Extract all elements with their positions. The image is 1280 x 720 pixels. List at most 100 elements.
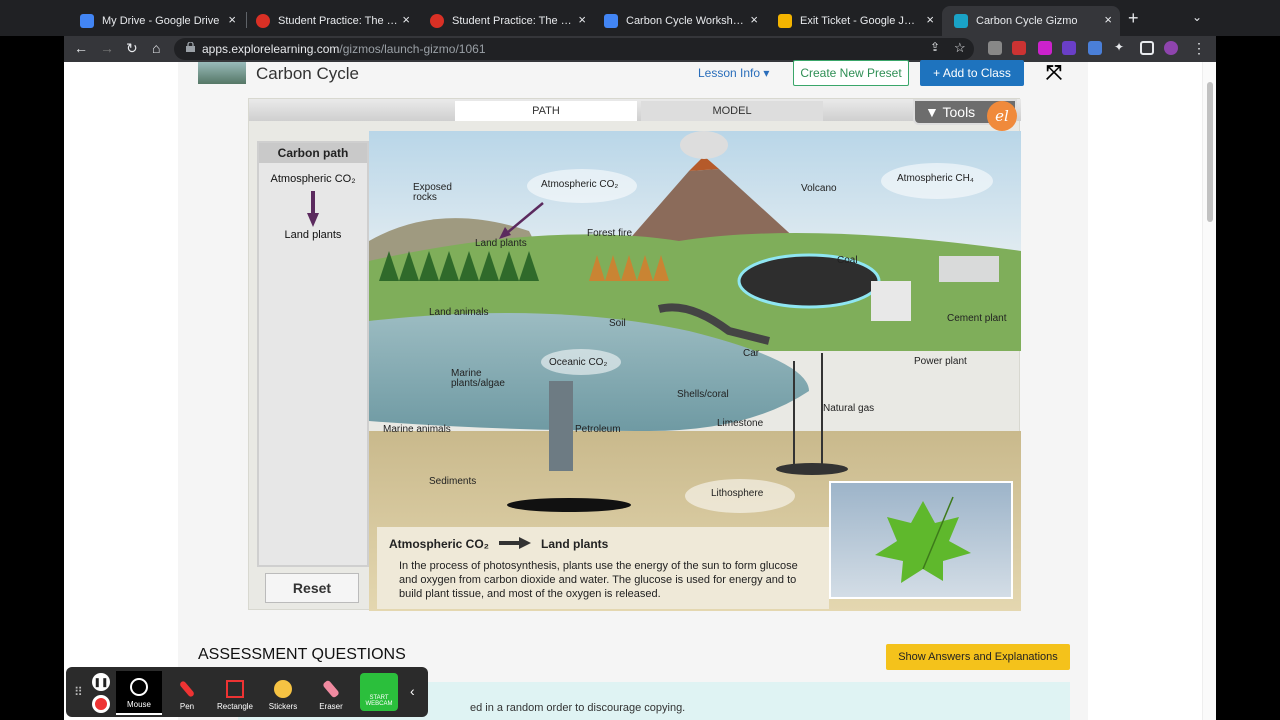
tab-carbon-cycle-gizmo[interactable]: Carbon Cycle Gizmo × [942,6,1120,36]
reload-icon[interactable]: ↻ [126,40,138,57]
tab-carbon-worksheet[interactable]: Carbon Cycle Worksheet D × [592,6,766,36]
label-atmospheric-co2[interactable]: Atmospheric CO₂ [541,179,618,190]
label-marine-animals[interactable]: Marine animals [383,424,451,435]
label-power-plant[interactable]: Power plant [914,356,967,367]
back-arrow-icon[interactable]: ← [74,40,88,56]
volcano-smoke [680,131,728,159]
stop-recording-button[interactable] [92,695,110,713]
mouse-tool[interactable]: Mouse [116,671,162,715]
tab-title: My Drive - Google Drive [102,15,220,27]
collapse-toolbar-icon[interactable]: ‹ [410,683,415,699]
extension-icon[interactable] [988,41,1002,55]
puzzle-icon[interactable]: ✦ [1114,40,1124,54]
translate-icon[interactable] [1088,41,1102,55]
tab-title: Carbon Cycle Gizmo [976,15,1078,27]
close-icon[interactable]: × [750,12,758,27]
right-arrow-icon [499,537,531,549]
carbon-path-from: Atmospheric CO₂ [270,173,356,185]
right-letterbox [1216,0,1280,720]
label-soil[interactable]: Soil [609,318,626,329]
scrollbar-thumb[interactable] [1207,82,1213,222]
gizmo-thumbnail [198,62,246,84]
tab-path[interactable]: PATH [455,101,637,121]
close-icon[interactable]: × [578,12,586,27]
label-volcano[interactable]: Volcano [801,183,837,194]
explorelearning-logo: el [987,101,1017,131]
label-sediments[interactable]: Sediments [429,476,476,487]
label-marine-plants[interactable]: Marine plants/algae [451,369,515,389]
address-bar[interactable]: apps.explorelearning.com/gizmos/launch-g… [174,38,974,60]
label-lithosphere[interactable]: Lithosphere [711,488,763,499]
tool-label: Mouse [126,700,151,709]
label-land-animals[interactable]: Land animals [429,307,488,318]
forward-arrow-icon[interactable]: → [100,40,114,56]
screencastify-icon[interactable] [1012,41,1026,55]
eraser-icon [322,679,340,699]
tab-student-practice-1[interactable]: Student Practice: The Carbon × [244,6,418,36]
tab-search-chevron-icon[interactable]: ⌄ [1192,10,1202,24]
browser-tab-strip: My Drive - Google Drive × Student Practi… [0,0,1280,36]
carbon-path-panel: Carbon path Atmospheric CO₂ Land plants [257,141,369,567]
menu-kebab-icon[interactable]: ⋮ [1192,40,1206,57]
tab-student-practice-2[interactable]: Student Practice: The Carbon × [418,6,594,36]
label-petroleum[interactable]: Petroleum [575,424,621,435]
tab-my-drive[interactable]: My Drive - Google Drive × [68,6,244,36]
stickers-tool[interactable]: Stickers [260,671,306,715]
label-forest-fire[interactable]: Forest fire [587,228,632,239]
label-natural-gas[interactable]: Natural gas [823,403,874,414]
eraser-tool[interactable]: Eraser [308,671,354,715]
tab-exit-ticket[interactable]: Exit Ticket - Google Jamboard × [766,6,942,36]
label-atmospheric-ch4[interactable]: Atmospheric CH₄ [897,173,974,184]
label-land-plants[interactable]: Land plants [475,238,527,249]
scrollbar[interactable] [1202,62,1216,720]
start-webcam-button[interactable]: START WEBCAM [360,673,398,711]
home-icon[interactable]: ⌂ [152,40,160,56]
avatar[interactable] [1164,41,1178,55]
reset-button[interactable]: Reset [265,573,359,603]
cement-plant [939,256,999,282]
tab-model[interactable]: MODEL [641,101,823,121]
new-tab-button[interactable]: + [1128,8,1139,29]
annotation-toolbar: ⠿ ❚❚ Mouse Pen Rectangle Stickers Eraser… [66,667,428,717]
add-to-class-button[interactable]: + Add to Class [920,60,1024,86]
url-host: apps.explorelearning.com [202,42,340,56]
left-letterbox [0,0,64,720]
google-drive-icon [604,14,618,28]
label-cement-plant[interactable]: Cement plant [947,313,1006,324]
gizmo-site-icon [256,14,270,28]
create-preset-button[interactable]: Create New Preset [793,60,909,86]
notice-text: ed in a random order to discourage copyi… [470,702,686,714]
kami-icon[interactable] [1062,41,1076,55]
carbon-path-heading: Carbon path [259,143,367,163]
info-description: In the process of photosynthesis, plants… [399,560,798,600]
show-answers-button[interactable]: Show Answers and Explanations [886,644,1070,670]
lesson-info-link[interactable]: Lesson Info ▾ [698,66,769,80]
label-shells-coral[interactable]: Shells/coral [677,389,729,400]
fullscreen-expand-icon[interactable]: ⤧ [1046,62,1062,85]
label-car[interactable]: Car [743,348,759,359]
close-icon[interactable]: × [1104,12,1112,27]
drag-handle-icon[interactable]: ⠿ [74,685,83,699]
pause-button[interactable]: ❚❚ [92,673,110,691]
info-to: Land plants [541,537,609,551]
label-limestone[interactable]: Limestone [717,418,763,429]
lock-icon [186,42,195,52]
label-oceanic-co2[interactable]: Oceanic CO₂ [549,357,607,368]
close-icon[interactable]: × [402,12,410,27]
share-icon[interactable]: ⇪ [930,40,940,54]
close-icon[interactable]: × [228,12,236,27]
gizmo-g-icon [954,14,968,28]
gizmo-tab-bar: PATH MODEL ▼ Tools el [249,99,1021,131]
gizmo-site-icon [430,14,444,28]
side-panel-icon[interactable] [1140,41,1154,55]
label-exposed-rocks[interactable]: Exposed rocks [413,183,469,203]
rectangle-tool[interactable]: Rectangle [212,671,258,715]
extension-icon[interactable] [1038,41,1052,55]
label-coal[interactable]: Coal [837,255,858,266]
bookmark-star-icon[interactable]: ☆ [954,40,966,56]
pen-tool[interactable]: Pen [164,671,210,715]
jamboard-icon [778,14,792,28]
tab-title: Carbon Cycle Worksheet D [626,15,746,27]
pen-icon [178,680,196,698]
close-icon[interactable]: × [926,12,934,27]
